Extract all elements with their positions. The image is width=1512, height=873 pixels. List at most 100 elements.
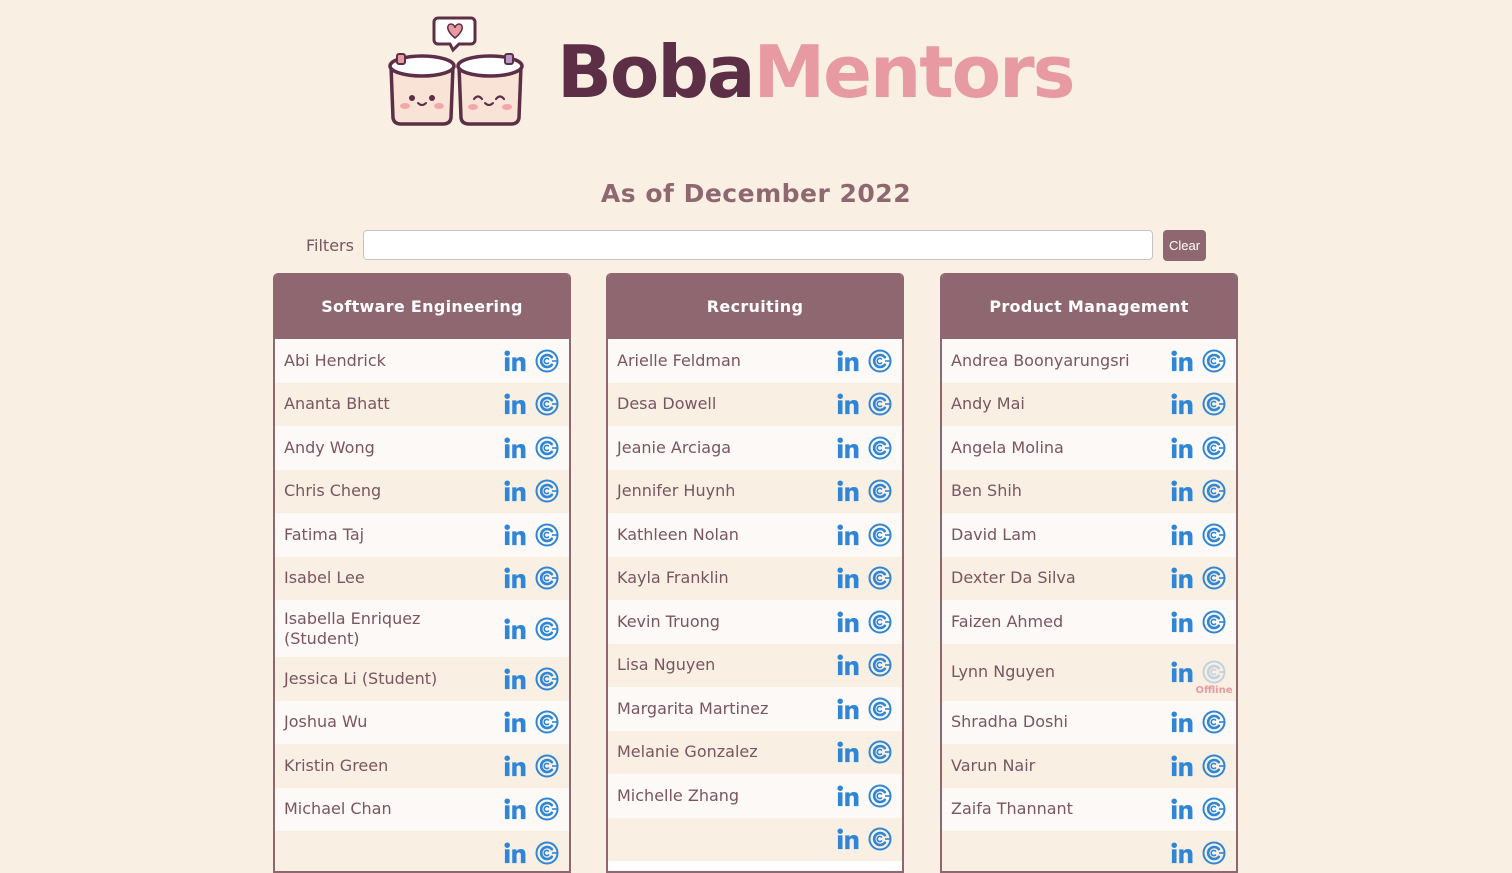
linkedin-icon[interactable] xyxy=(837,350,859,372)
linkedin-icon[interactable] xyxy=(837,828,859,850)
mentor-name: Arielle Feldman xyxy=(617,350,741,370)
calendly-icon[interactable] xyxy=(535,479,559,503)
calendly-icon[interactable] xyxy=(1202,566,1226,590)
mentor-links xyxy=(837,740,892,764)
calendly-icon[interactable] xyxy=(535,392,559,416)
linkedin-icon[interactable] xyxy=(1171,524,1193,546)
linkedin-icon[interactable] xyxy=(504,393,526,415)
linkedin-icon[interactable] xyxy=(837,437,859,459)
linkedin-icon[interactable] xyxy=(1171,661,1193,683)
mentor-links xyxy=(837,784,892,808)
mentor-row: Zaifa Thannant xyxy=(942,787,1236,831)
mentor-links xyxy=(504,617,559,641)
calendly-icon[interactable] xyxy=(1202,349,1226,373)
calendly-icon[interactable] xyxy=(868,349,892,373)
offline-badge: Offline xyxy=(1195,685,1233,696)
calendly-icon[interactable] xyxy=(535,667,559,691)
calendly-icon[interactable] xyxy=(868,653,892,677)
mentor-name: Abi Hendrick xyxy=(284,350,386,370)
calendly-icon[interactable] xyxy=(535,349,559,373)
calendly-icon[interactable] xyxy=(868,740,892,764)
linkedin-icon[interactable] xyxy=(1171,798,1193,820)
linkedin-icon[interactable] xyxy=(837,480,859,502)
calendly-icon[interactable] xyxy=(535,841,559,865)
linkedin-icon[interactable] xyxy=(504,567,526,589)
linkedin-icon[interactable] xyxy=(1171,611,1193,633)
calendly-icon[interactable] xyxy=(1202,392,1226,416)
linkedin-icon[interactable] xyxy=(1171,437,1193,459)
linkedin-icon[interactable] xyxy=(837,785,859,807)
mentor-row xyxy=(608,817,902,861)
calendly-icon[interactable] xyxy=(1202,479,1226,503)
linkedin-icon[interactable] xyxy=(504,524,526,546)
calendly-icon[interactable] xyxy=(535,754,559,778)
mentor-name: Angela Molina xyxy=(951,437,1064,457)
linkedin-icon[interactable] xyxy=(837,524,859,546)
mentor-links xyxy=(504,841,559,865)
clear-button[interactable]: Clear xyxy=(1163,230,1206,261)
calendly-icon[interactable] xyxy=(868,784,892,808)
linkedin-icon[interactable] xyxy=(504,668,526,690)
calendly-icon[interactable] xyxy=(868,697,892,721)
mentor-row: David Lam xyxy=(942,513,1236,557)
calendly-icon[interactable] xyxy=(535,710,559,734)
linkedin-icon[interactable] xyxy=(837,741,859,763)
linkedin-icon[interactable] xyxy=(504,480,526,502)
calendly-icon[interactable] xyxy=(868,479,892,503)
mentor-name: Kristin Green xyxy=(284,755,389,775)
mentor-row: Isabella Enriquez (Student) xyxy=(275,600,569,657)
calendly-icon[interactable] xyxy=(535,797,559,821)
linkedin-icon[interactable] xyxy=(1171,842,1193,864)
calendly-icon[interactable] xyxy=(535,523,559,547)
linkedin-icon[interactable] xyxy=(1171,480,1193,502)
calendly-icon[interactable] xyxy=(1202,841,1226,865)
calendly-icon[interactable] xyxy=(1202,797,1226,821)
mentor-links xyxy=(504,479,559,503)
calendly-icon[interactable] xyxy=(868,523,892,547)
mentor-name: Jessica Li (Student) xyxy=(284,668,438,688)
mentor-row: Melanie Gonzalez xyxy=(608,730,902,774)
linkedin-icon[interactable] xyxy=(1171,711,1193,733)
linkedin-icon[interactable] xyxy=(837,611,859,633)
linkedin-icon[interactable] xyxy=(1171,350,1193,372)
calendly-icon[interactable] xyxy=(535,617,559,641)
calendly-icon[interactable] xyxy=(868,566,892,590)
linkedin-icon[interactable] xyxy=(837,654,859,676)
linkedin-icon[interactable] xyxy=(1171,393,1193,415)
mentor-links xyxy=(837,523,892,547)
mentor-name: Desa Dowell xyxy=(617,394,717,414)
linkedin-icon[interactable] xyxy=(504,437,526,459)
linkedin-icon[interactable] xyxy=(504,755,526,777)
calendly-icon[interactable] xyxy=(868,392,892,416)
mentor-row: Ananta Bhatt xyxy=(275,382,569,426)
calendly-icon[interactable] xyxy=(1202,710,1226,734)
filters-input[interactable] xyxy=(363,230,1153,260)
calendly-icon[interactable] xyxy=(535,436,559,460)
mentor-row: Faizen Ahmed xyxy=(942,600,1236,644)
linkedin-icon[interactable] xyxy=(504,617,526,640)
linkedin-icon[interactable] xyxy=(837,567,859,589)
linkedin-icon[interactable] xyxy=(504,842,526,864)
linkedin-icon[interactable] xyxy=(504,350,526,372)
logo-wordmark: BobaMentors xyxy=(557,36,1075,108)
mentor-name: Lisa Nguyen xyxy=(617,655,716,675)
calendly-icon[interactable] xyxy=(535,566,559,590)
mentor-row: Jeanie Arciaga xyxy=(608,426,902,470)
mentor-links xyxy=(504,566,559,590)
mentor-links xyxy=(1171,479,1226,503)
linkedin-icon[interactable] xyxy=(504,711,526,733)
linkedin-icon[interactable] xyxy=(837,393,859,415)
calendly-icon[interactable] xyxy=(868,436,892,460)
calendly-icon[interactable] xyxy=(1202,523,1226,547)
calendly-icon[interactable] xyxy=(1202,436,1226,460)
calendly-icon[interactable] xyxy=(868,610,892,634)
mentor-name: Kevin Truong xyxy=(617,611,720,631)
mentor-links xyxy=(504,667,559,691)
calendly-icon[interactable] xyxy=(1202,610,1226,634)
calendly-icon[interactable] xyxy=(1202,754,1226,778)
linkedin-icon[interactable] xyxy=(504,798,526,820)
mentor-name: Varun Nair xyxy=(951,755,1036,775)
linkedin-icon[interactable] xyxy=(1171,567,1193,589)
linkedin-icon[interactable] xyxy=(1171,755,1193,777)
linkedin-icon[interactable] xyxy=(837,698,859,720)
